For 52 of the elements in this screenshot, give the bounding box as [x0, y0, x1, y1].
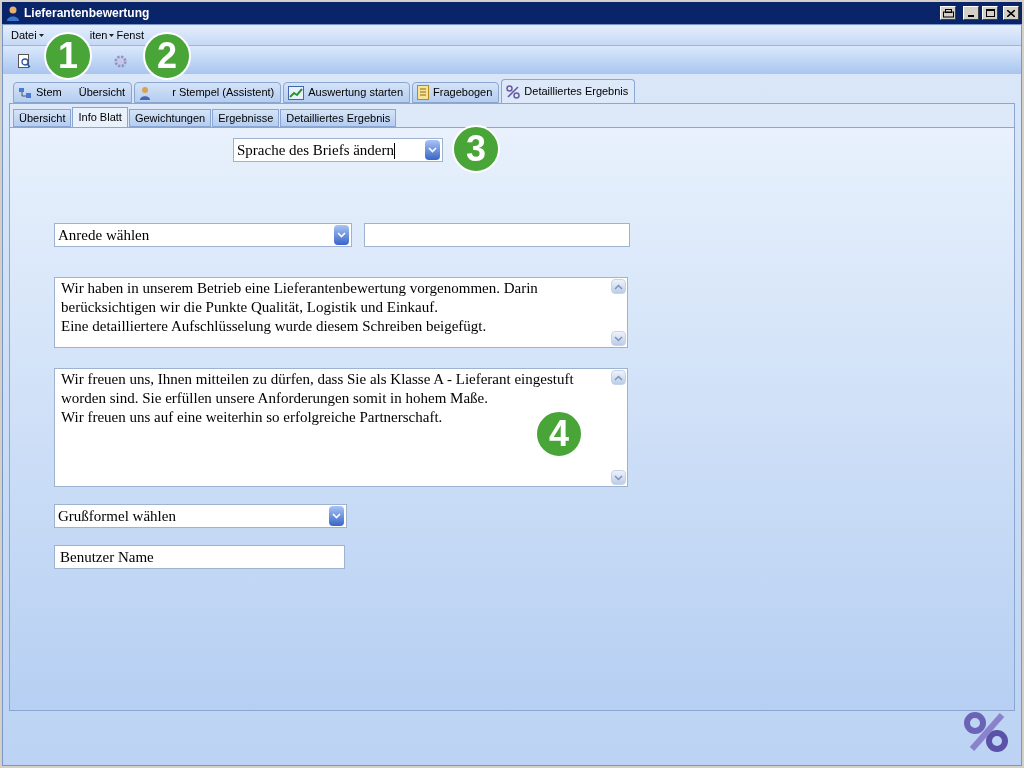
letter-text-area[interactable]	[54, 277, 628, 348]
caret-icon	[38, 34, 44, 37]
scroll-down-icon[interactable]	[611, 470, 626, 485]
user-icon	[139, 85, 152, 100]
percent-icon	[506, 84, 521, 99]
close-icon	[1007, 9, 1015, 17]
tab[interactable]: Auswertung starten	[283, 82, 411, 103]
tab[interactable]: Fragebogen	[412, 82, 500, 103]
window-title: Lieferantenbewertung	[24, 5, 150, 22]
preview-button[interactable]	[17, 53, 33, 69]
menu-item[interactable]: iten	[89, 29, 115, 42]
dropdown[interactable]: Grußformel wählen	[54, 504, 347, 528]
paragraph: Eine detailliertere Aufschlüsselung wurde diesem Schreiben beigefügt.	[61, 317, 488, 336]
paragraph: Wir freuen uns, Ihnen mitteilen zu dürfen, dass Sie als Klasse A - Lieferant eingestuft worden sind. Sie erfüllen unsere Anforderungen somit in hohem Maße.	[61, 370, 575, 408]
maximize-button[interactable]	[982, 6, 998, 20]
dropdown-arrow-icon	[329, 506, 344, 526]
tab[interactable]: Gewichtungen	[128, 109, 212, 127]
paragraph: Wir haben in unserem Betrieb eine Lieferantenbewertung vorgenommen. Darin berücksichtigen wir die Punkte Qualität, Logistik und Einkauf.	[61, 279, 539, 317]
dropdown-arrow-icon	[425, 140, 440, 160]
close-button[interactable]	[1003, 6, 1019, 20]
tab[interactable]: Übersicht	[13, 109, 72, 127]
scroll-up-icon[interactable]	[611, 279, 626, 294]
scroll-down-icon[interactable]	[611, 331, 626, 346]
document-magnifier-icon	[18, 53, 32, 69]
percent-logo-icon	[962, 712, 1010, 752]
menu-item[interactable]: Fenst	[116, 29, 144, 42]
tab[interactable]: Detailliertes Ergebnis	[280, 109, 397, 127]
printer-icon	[942, 8, 954, 18]
user-icon	[5, 5, 21, 21]
tab[interactable]: Ergebnisse	[212, 109, 280, 127]
tab[interactable]: Detailliertes Ergebnis	[501, 79, 636, 103]
print-button[interactable]	[940, 6, 956, 20]
menu-item[interactable]: Datei	[11, 29, 44, 42]
tab[interactable]: r Stempel (Assistent)	[134, 82, 282, 103]
dropdown[interactable]: Sprache des Briefs ändern	[233, 138, 443, 162]
settings-icon	[112, 53, 128, 69]
tab[interactable]: Stem Übersicht	[13, 82, 133, 103]
dropdown-arrow-icon	[334, 225, 349, 245]
scroll-up-icon[interactable]	[611, 370, 626, 385]
paragraph: Wir freuen uns auf eine weiterhin so erfolgreiche Partnerschaft.	[61, 408, 444, 427]
network-icon	[18, 86, 32, 99]
input-field[interactable]	[364, 223, 630, 247]
minimize-button[interactable]	[963, 6, 979, 20]
dropdown[interactable]: Anrede wählen	[54, 223, 352, 247]
tab[interactable]: Info Blatt	[72, 107, 128, 127]
maximize-icon	[985, 9, 995, 17]
input-field[interactable]: Benutzer Name	[54, 545, 345, 569]
document-icon	[417, 85, 430, 100]
minimize-icon	[968, 15, 974, 17]
letter-text-area[interactable]	[54, 368, 628, 487]
chart-icon	[288, 85, 305, 100]
caret-icon	[109, 34, 115, 37]
